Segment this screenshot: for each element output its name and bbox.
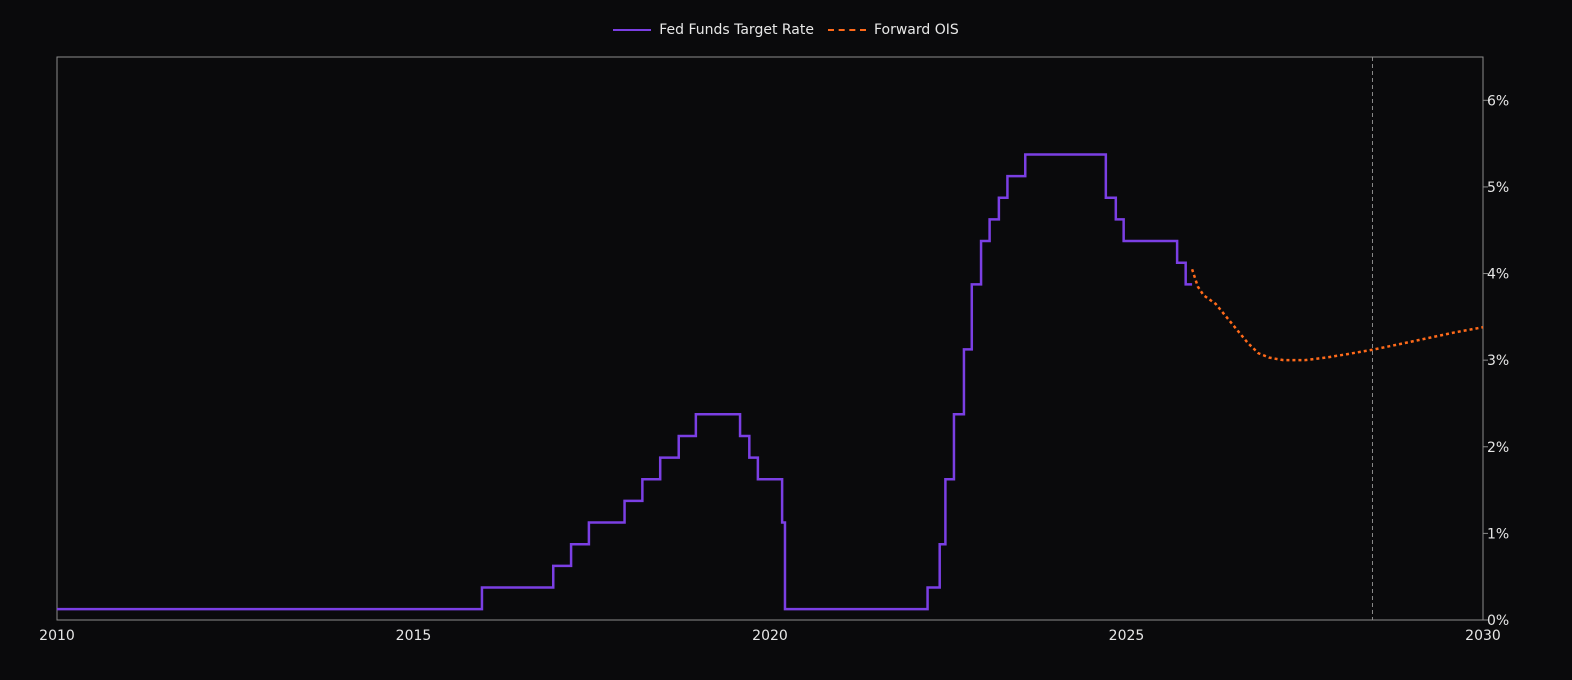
x-tick-label: 2010 xyxy=(39,628,75,644)
y-axis: 0% 1% 2% 3% 4% 5% 6% xyxy=(1483,93,1509,629)
y-tick-label: 3% xyxy=(1487,353,1509,369)
y-tick-label: 1% xyxy=(1487,526,1509,542)
y-tick-label: 0% xyxy=(1487,613,1509,629)
x-tick-label: 2020 xyxy=(752,628,788,644)
y-tick-label: 6% xyxy=(1487,93,1509,109)
y-tick-label: 4% xyxy=(1487,267,1509,283)
plot-area xyxy=(56,56,1484,621)
x-tick-label: 2015 xyxy=(396,628,432,644)
x-tick-label: 2025 xyxy=(1109,628,1145,644)
y-tick-label: 2% xyxy=(1487,440,1509,456)
line-chart: 2010 2015 2020 2025 2030 0% 1% 2% 3% 4% 5% 6% xyxy=(39,56,1509,644)
x-axis: 2010 2015 2020 2025 2030 xyxy=(39,628,1501,644)
y-tick-label: 5% xyxy=(1487,180,1509,196)
x-tick-label: 2030 xyxy=(1465,628,1501,644)
